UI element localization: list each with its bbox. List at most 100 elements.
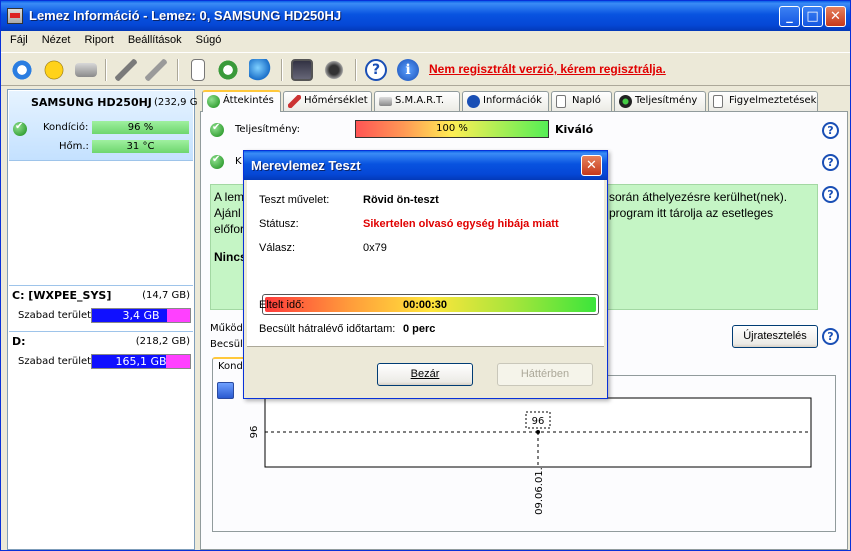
dialog-title-bar[interactable]: Merevlemez Teszt ✕: [244, 151, 607, 180]
tab-performance[interactable]: Teljesítmény: [614, 91, 706, 111]
menu-settings[interactable]: Beállítások: [121, 31, 189, 46]
tab-smart[interactable]: S.M.A.R.T.: [374, 91, 460, 111]
condition-label: Kondíció:: [43, 122, 89, 133]
answer-label: Válasz:: [259, 242, 296, 254]
tab-information[interactable]: Információk: [462, 91, 549, 111]
close-button[interactable]: ✕: [825, 6, 846, 27]
tab-log[interactable]: Napló: [551, 91, 612, 111]
network-button[interactable]: [247, 57, 273, 83]
tab-temperature[interactable]: Hőmérséklet: [283, 91, 372, 111]
tab-overview[interactable]: Áttekintés: [202, 90, 281, 112]
dialog-close-button[interactable]: ✕: [581, 155, 602, 176]
warning-icon: [43, 59, 65, 81]
status-text-line: A lem: [214, 190, 245, 204]
tab-strip: Áttekintés Hőmérséklet S.M.A.R.T. Inform…: [200, 90, 848, 112]
help-button[interactable]: ?: [363, 57, 389, 83]
drive-size: (232,9 G: [154, 97, 198, 108]
temperature-value: 31 °C: [92, 140, 189, 153]
free-space-value: 165,1 GB: [115, 355, 167, 368]
help-icon[interactable]: ?: [822, 328, 839, 345]
answer-value: 0x79: [363, 242, 387, 254]
volume-size: (218,2 GB): [135, 336, 190, 347]
speaker-icon: [323, 59, 345, 81]
title-bar[interactable]: Lemez Információ - Lemez: 0, SAMSUNG HD2…: [1, 1, 850, 31]
wrench-icon: [115, 59, 137, 81]
ok-icon: [13, 121, 27, 136]
maximize-button[interactable]: □: [802, 6, 823, 27]
elapsed-value: 00:00:30: [403, 299, 448, 311]
health-label: K: [235, 156, 242, 167]
disk-icon: [379, 97, 392, 106]
free-space-bar: 3,4 GB: [91, 308, 191, 323]
ok-icon: [210, 122, 224, 137]
condition-chart: 96 96 09.06.01.: [249, 397, 812, 515]
data-point: [536, 430, 540, 434]
globe-icon: [249, 59, 271, 81]
refresh-button[interactable]: [9, 57, 35, 83]
ok-icon: [210, 154, 224, 169]
menu-file[interactable]: Fájl: [1, 31, 35, 46]
monitor-icon: [291, 59, 313, 81]
volume-item-d[interactable]: D: (218,2 GB) Szabad terület 165,1 GB: [9, 331, 193, 375]
performance-rating: Kiváló: [555, 123, 594, 136]
drive-item[interactable]: SAMSUNG HD250HJ (232,9 G Kondíció: 96 % …: [9, 91, 197, 161]
help-icon[interactable]: ?: [822, 122, 839, 139]
estimated-label: Becsül: [210, 339, 243, 350]
dialog-footer: Bezár Háttérben: [247, 348, 604, 397]
tool-button-1[interactable]: [113, 57, 139, 83]
help-icon: ?: [365, 59, 387, 81]
x-tick-label: 09.06.01.: [534, 467, 545, 515]
menu-help[interactable]: Súgó: [189, 31, 229, 46]
drive-list-panel: SAMSUNG HD250HJ (232,9 G Kondíció: 96 % …: [7, 89, 197, 550]
status-text-line: előfor: [214, 222, 245, 236]
volume-size: (14,7 GB): [142, 290, 190, 301]
drive-test-dialog: Merevlemez Teszt ✕ Teszt művelet: Rövid …: [243, 150, 608, 399]
tool-button-2[interactable]: [143, 57, 169, 83]
performance-label: Teljesítmény:: [235, 124, 300, 135]
info-icon: i: [397, 59, 419, 81]
data-label: 96: [532, 416, 545, 427]
minimize-button[interactable]: _: [779, 6, 800, 27]
close-dialog-button[interactable]: Bezár: [377, 363, 473, 386]
menu-view[interactable]: Nézet: [35, 31, 78, 46]
condition-value: 96 %: [92, 121, 189, 134]
status-text-line: Ajánl: [214, 206, 241, 220]
about-button[interactable]: i: [395, 57, 421, 83]
app-icon: [7, 8, 23, 24]
help-icon[interactable]: ?: [822, 186, 839, 203]
menu-report[interactable]: Riport: [77, 31, 120, 46]
remaining-value: 0 perc: [403, 323, 436, 335]
remaining-label: Becsült hátralévő időtartam:: [259, 323, 396, 335]
document-icon: [713, 95, 723, 108]
toolbar: ? i: [1, 52, 850, 86]
retest-button[interactable]: Újratesztelés: [732, 325, 818, 348]
background-button[interactable]: Háttérben: [497, 363, 593, 386]
monitor-button[interactable]: [289, 57, 315, 83]
sync-button[interactable]: [215, 57, 241, 83]
menu-bar: Fájl Nézet Riport Beállítások Súgó: [1, 31, 850, 51]
drive-name: SAMSUNG HD250HJ: [31, 96, 152, 109]
dialog-content: Teszt művelet: Rövid ön-teszt Státusz: S…: [247, 180, 604, 347]
free-space-value: 3,4 GB: [122, 309, 160, 322]
disk-icon: [75, 63, 97, 77]
warning-button[interactable]: [41, 57, 67, 83]
dialog-title: Merevlemez Teszt: [251, 158, 361, 173]
volume-name: C: [WXPEE_SYS]: [12, 289, 112, 302]
refresh-icon: [11, 59, 33, 81]
volume-item-c[interactable]: C: [WXPEE_SYS] (14,7 GB) Szabad terület …: [9, 285, 193, 329]
y-tick-label: 96: [249, 426, 260, 439]
disk-button[interactable]: [73, 57, 99, 83]
unregistered-link[interactable]: Nem regisztrált verzió, kérem regisztrál…: [429, 62, 666, 76]
volume-name: D:: [12, 335, 26, 348]
operating-time-label: Működ: [210, 323, 243, 334]
report-button[interactable]: [185, 57, 211, 83]
sound-button[interactable]: [321, 57, 347, 83]
status-label: Státusz:: [259, 218, 299, 230]
tab-warnings[interactable]: Figyelmeztetések: [708, 91, 818, 111]
free-space-label: Szabad terület: [18, 356, 92, 367]
document-icon: [191, 59, 205, 81]
thermometer-icon: [288, 95, 301, 108]
ok-icon: [207, 95, 220, 108]
status-text-line: program itt tárolja az esetleges: [609, 206, 774, 220]
help-icon[interactable]: ?: [822, 154, 839, 171]
